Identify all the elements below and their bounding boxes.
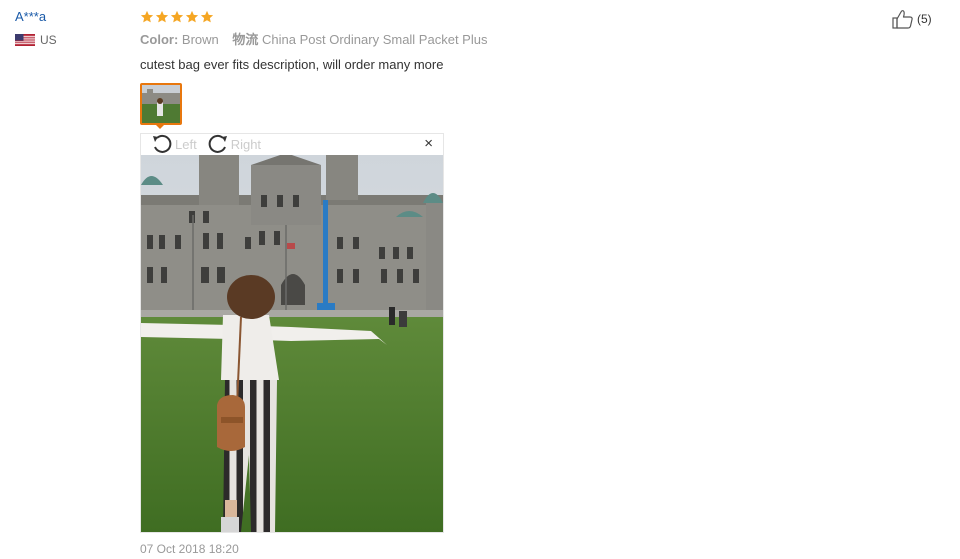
close-viewer-button[interactable]: ×: [424, 136, 433, 152]
attr-shipping-value: China Post Ordinary Small Packet Plus: [262, 32, 488, 47]
attr-color-value: Brown: [181, 32, 219, 47]
thumbnail-image: [142, 85, 180, 123]
us-flag-icon: [15, 34, 35, 46]
attr-shipping-key: 物流: [232, 32, 259, 47]
attr-color-key: Color:: [140, 32, 179, 47]
rotate-right-button[interactable]: Right: [207, 134, 261, 154]
rotate-right-icon: [208, 134, 227, 153]
review-thumbnails: [140, 83, 860, 129]
buyer-name[interactable]: A***a: [15, 8, 125, 26]
star-icon: [200, 10, 214, 23]
rotate-right-label: Right: [230, 136, 262, 152]
buyer-info: A***a US: [15, 8, 125, 47]
review-text: cutest bag ever fits description, will o…: [140, 57, 444, 72]
star-icon: [140, 10, 154, 23]
star-icon: [185, 10, 199, 23]
helpful-button[interactable]: (5): [892, 9, 932, 29]
helpful-count: (5): [917, 12, 932, 26]
rotate-left-label: Left: [175, 136, 197, 152]
review-item: A***a US Color: Brown 物流 China Post Ordi…: [0, 0, 960, 559]
order-attributes: Color: Brown 物流 China Post Ordinary Smal…: [140, 32, 860, 48]
buyer-country: US: [15, 33, 125, 47]
rotate-left-icon: [153, 134, 172, 153]
review-timestamp: 07 Oct 2018 18:20: [140, 542, 239, 556]
review-photo-image: [141, 155, 443, 532]
star-icon: [155, 10, 169, 23]
thumbs-up-icon: [892, 10, 913, 29]
review-body: Color: Brown 物流 China Post Ordinary Smal…: [140, 8, 860, 129]
thumbnail-pointer: [154, 123, 166, 129]
viewer-toolbar: Left Right ×: [141, 134, 443, 154]
image-viewer: Left Right ×: [140, 133, 444, 533]
review-photo-thumbnail[interactable]: [140, 83, 182, 125]
rotate-left-button[interactable]: Left: [151, 134, 197, 154]
country-code: US: [40, 33, 57, 47]
star-icon: [170, 10, 184, 23]
review-photo: [141, 155, 443, 532]
star-rating: [140, 8, 860, 26]
